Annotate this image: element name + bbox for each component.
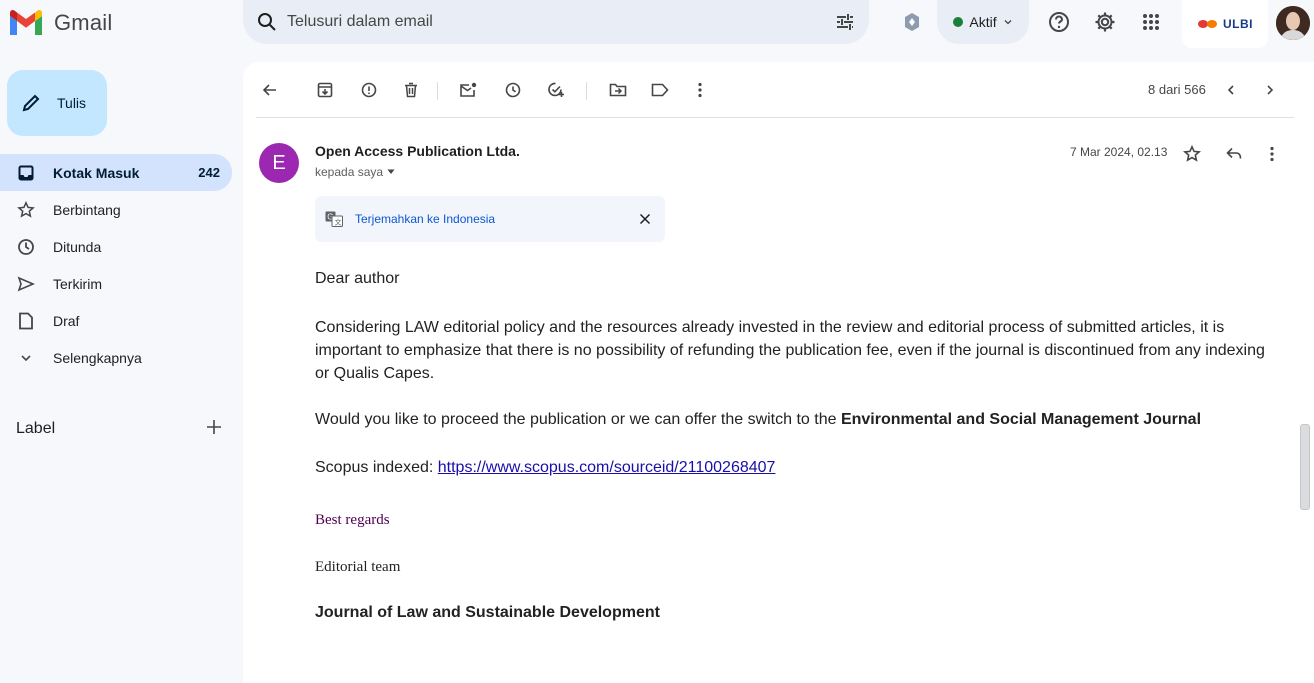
sidebar-item-label: Ditunda [53,238,102,255]
scopus-link[interactable]: https://www.scopus.com/sourceid/21100268… [438,459,776,476]
scrollbar-thumb[interactable] [1300,424,1310,510]
snooze-clock-icon[interactable] [501,78,525,102]
reply-icon[interactable] [1223,143,1245,165]
sidebar-item-more[interactable]: Selengkapnya [0,339,232,376]
sidebar-item-label: Selengkapnya [53,349,142,366]
sidebar-item-label: Berbintang [53,201,121,218]
translate-link[interactable]: Terjemahkan ke Indonesia [355,212,495,226]
message-date: 7 Mar 2024, 02.13 [1070,145,1168,159]
gemini-shield-icon[interactable] [898,8,926,36]
sender-avatar[interactable]: E [259,143,299,183]
gmail-logo[interactable]: Gmail [8,6,112,40]
add-task-icon[interactable] [544,78,568,102]
pencil-icon [21,93,41,113]
body-paragraph: Would you like to proceed the publicatio… [315,408,1290,431]
ulbi-logo-icon [1197,18,1219,30]
recipient-label: kepada saya [315,165,384,179]
send-icon [16,274,36,294]
sidebar-item-label: Kotak Masuk [53,164,140,181]
settings-gear-icon[interactable] [1091,8,1119,36]
scopus-line: Scopus indexed: https://www.scopus.com/s… [315,456,775,479]
sidebar-item-snoozed[interactable]: Ditunda [0,228,232,265]
sidebar-item-drafts[interactable]: Draf [0,302,232,339]
search-input[interactable]: Telusuri dalam email [287,13,835,31]
closing-text: Best regards [315,512,390,528]
search-options-icon[interactable] [835,12,855,32]
caret-down-icon [387,169,395,175]
sidebar-item-label: Draf [53,312,80,329]
scopus-label: Scopus indexed: [315,459,438,476]
compose-label: Tulis [57,95,87,111]
label-tag-icon[interactable] [648,78,672,102]
sidebar-item-inbox[interactable]: Kotak Masuk 242 [0,154,232,191]
greeting-text: Dear author [315,270,400,287]
archive-icon[interactable] [313,78,337,102]
app-name: Gmail [54,10,113,35]
help-icon[interactable] [1045,8,1073,36]
message-more-icon[interactable] [1261,143,1283,165]
message-toolbar: 8 dari 566 [256,72,1296,108]
account-org-badge[interactable]: ULBI [1182,0,1268,48]
svg-text:文: 文 [335,218,342,227]
status-button[interactable]: Aktif [937,0,1029,44]
sidebar-item-starred[interactable]: Berbintang [0,191,232,228]
sidebar-item-sent[interactable]: Terkirim [0,265,232,302]
status-dot [953,17,964,27]
gmail-m-icon [8,9,44,37]
labels-heading: Label [16,420,56,437]
team-signature: Editorial team [315,559,401,575]
search-icon[interactable] [257,12,277,32]
close-icon[interactable] [635,209,655,229]
recipient-details[interactable]: kepada saya [315,165,395,179]
move-to-folder-icon[interactable] [606,78,630,102]
apps-grid-icon[interactable] [1137,8,1165,36]
chevron-down-icon [16,348,36,368]
draft-icon [16,311,36,331]
chevron-left-icon[interactable] [1219,78,1243,102]
body-paragraph: Considering LAW editorial policy and the… [315,319,1265,382]
unread-count-badge: 242 [198,165,220,180]
chevron-down-icon [1003,17,1013,27]
journal-offer-name: Environmental and Social Management Jour… [840,411,1202,428]
journal-signature: Journal of Law and Sustainable Developme… [315,604,660,621]
toolbar-divider [256,117,1294,118]
mark-unread-icon[interactable] [456,78,480,102]
back-arrow-icon[interactable] [258,78,282,102]
translate-bar: G文 Terjemahkan ke Indonesia [315,196,665,242]
offer-text: Would you like to proceed the publicatio… [315,411,841,428]
pagination-text: 8 dari 566 [1148,82,1206,97]
add-label-icon[interactable] [204,417,224,437]
report-spam-icon[interactable] [357,78,381,102]
search-bar[interactable]: Telusuri dalam email [243,0,869,44]
org-badge-text: ULBI [1223,17,1253,31]
star-icon [16,200,36,220]
sidebar-nav: Kotak Masuk 242 Berbintang Ditunda Terki… [0,154,232,376]
sidebar-item-label: Terkirim [53,275,102,292]
account-avatar[interactable] [1276,6,1310,40]
clock-icon [16,237,36,257]
compose-button[interactable]: Tulis [7,70,107,136]
translate-icon: G文 [325,211,343,227]
inbox-icon [16,163,36,183]
chevron-right-icon[interactable] [1258,78,1282,102]
more-options-icon[interactable] [688,78,712,102]
status-label: Aktif [969,14,997,30]
sender-name[interactable]: Open Access Publication Ltda. [315,143,520,159]
delete-trash-icon[interactable] [399,78,423,102]
star-icon[interactable] [1181,143,1203,165]
